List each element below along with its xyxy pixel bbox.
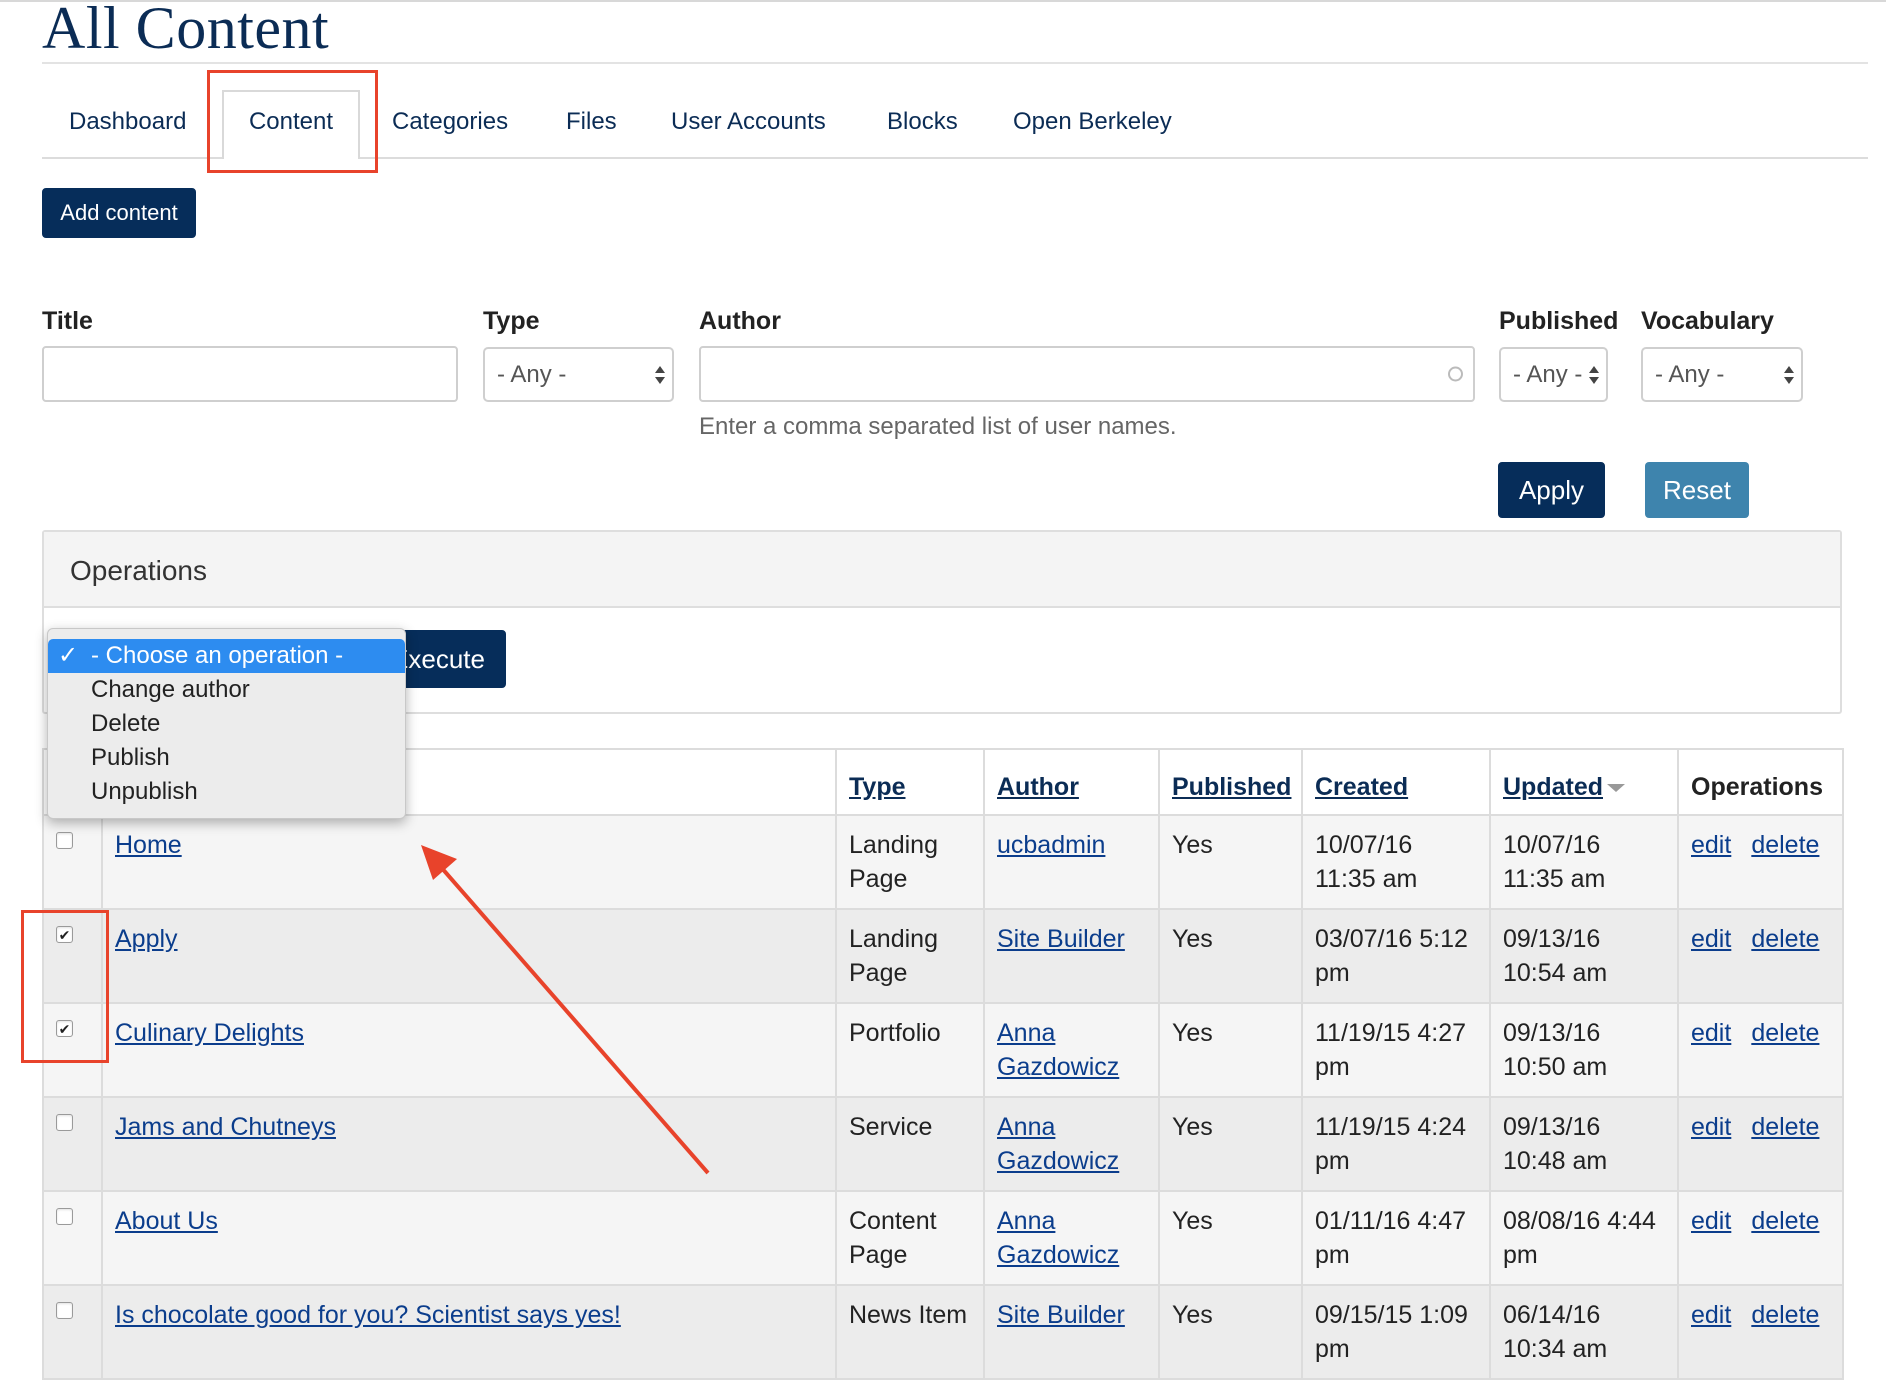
- annotation-arrow-shaft: [438, 864, 710, 1175]
- annotation-arrow-head: [421, 845, 457, 880]
- annotation-arrow: [421, 845, 710, 1175]
